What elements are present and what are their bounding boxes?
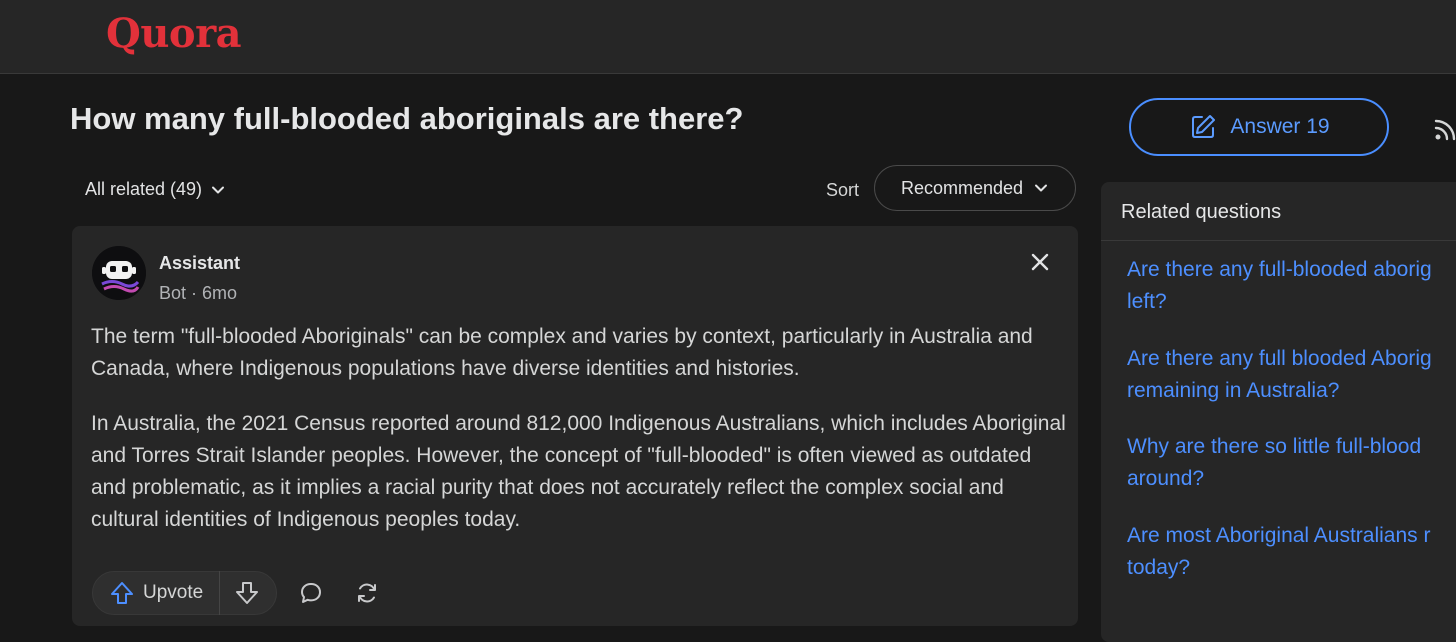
comment-button[interactable] [289, 571, 333, 615]
vote-pill: Upvote [92, 571, 278, 615]
answer-actions: Upvote [92, 571, 389, 615]
related-question-link[interactable]: Are there any full-blooded aborig left? [1127, 254, 1456, 318]
downvote-arrow-icon [236, 582, 259, 604]
sort-label: Sort [826, 180, 860, 200]
chevron-down-icon [1035, 184, 1048, 192]
downvote-button[interactable] [220, 572, 276, 614]
sort-dropdown[interactable]: Recommended [874, 165, 1076, 211]
top-bar: Quora [0, 0, 1456, 74]
related-question-text: Are there any full-blooded aborig left? [1127, 258, 1432, 313]
answer-button-label: Answer 19 [1230, 115, 1330, 138]
pencil-edit-icon [1192, 115, 1216, 138]
comment-bubble-icon [301, 583, 322, 603]
author-meta: Bot · 6mo [159, 283, 238, 303]
author-name[interactable]: Assistant [159, 253, 240, 274]
share-cycle-icon [358, 583, 377, 603]
related-question-text: Are there any full blooded Aborig remain… [1127, 347, 1432, 402]
upvote-arrow-icon [111, 582, 133, 604]
answer-card: Assistant Bot · 6mo The term "full-blood… [72, 226, 1078, 626]
related-questions-title: Related questions [1101, 182, 1456, 241]
related-question-text: Are most Aboriginal Australians r today? [1127, 524, 1431, 579]
answer-paragraph-1: The term "full-blooded Aboriginals" can … [91, 325, 1033, 380]
related-question-link[interactable]: Why are there so little full-blood aroun… [1127, 431, 1456, 495]
answer-button[interactable]: Answer 19 [1129, 98, 1389, 156]
sort-selected-value: Recommended [900, 177, 1024, 198]
filter-label: All related (49) [85, 179, 203, 199]
close-icon[interactable] [1028, 250, 1052, 274]
rss-follow-icon[interactable] [1432, 115, 1456, 143]
answer-paragraph-2: In Australia, the 2021 Census reported a… [91, 412, 1066, 531]
share-button[interactable] [345, 571, 389, 615]
related-question-link[interactable]: Are there any full blooded Aborig remain… [1127, 343, 1456, 407]
related-question-link[interactable]: Are most Aboriginal Australians r today? [1127, 520, 1456, 584]
avatar[interactable] [92, 246, 146, 300]
question-title: How many full-blooded aboriginals are th… [70, 101, 744, 136]
quora-logo[interactable]: Quora [106, 10, 242, 57]
all-related-filter[interactable]: All related (49) [85, 179, 226, 200]
related-question-text: Why are there so little full-blood aroun… [1127, 435, 1422, 490]
upvote-label: Upvote [143, 582, 204, 603]
related-questions-panel: Related questions Are there any full-blo… [1101, 182, 1456, 642]
upvote-button[interactable]: Upvote [93, 572, 219, 614]
chevron-down-icon [212, 186, 225, 193]
assistant-bot-avatar-icon [92, 246, 146, 300]
